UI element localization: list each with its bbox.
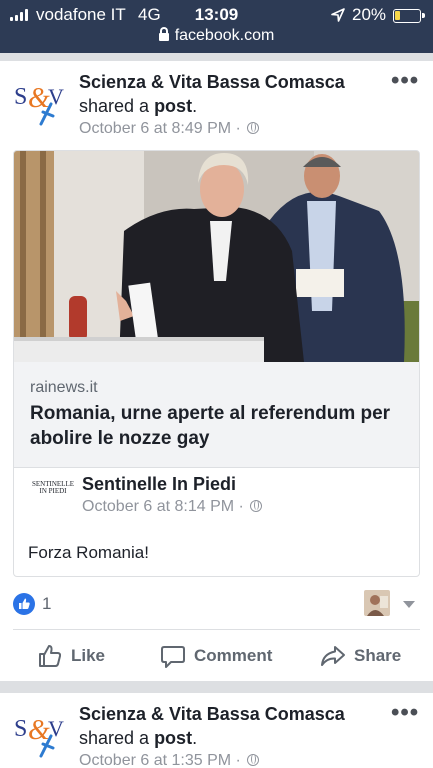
- svg-text:S: S: [14, 716, 27, 742]
- globe-icon: [247, 122, 260, 134]
- share-button[interactable]: Share: [320, 636, 401, 676]
- action-prefix: shared a: [79, 96, 155, 116]
- browser-header: vodafone IT 4G 13:09 20% facebook.com: [0, 0, 433, 53]
- url-domain: facebook.com: [174, 27, 275, 44]
- viewer-avatar[interactable]: [364, 590, 390, 616]
- action-suffix: .: [192, 728, 198, 748]
- battery-percent: 20%: [352, 5, 387, 24]
- like-reaction-icon[interactable]: [13, 593, 35, 615]
- original-post-text: Forza Romania!: [28, 543, 149, 562]
- post-timestamp[interactable]: October 6 at 8:49 PM ·: [79, 120, 260, 138]
- more-options-icon[interactable]: •••: [391, 701, 419, 725]
- post-card: S & V Scienza & Vita Bassa Comasca share…: [0, 61, 433, 681]
- globe-icon: [247, 754, 260, 766]
- timestamp-text: October 6 at 1:35 PM ·: [79, 752, 241, 768]
- action-suffix: .: [192, 96, 198, 116]
- post-action-line: shared a post.: [79, 96, 197, 117]
- original-timestamp[interactable]: October 6 at 8:14 PM ·: [82, 498, 263, 516]
- location-arrow-icon: [331, 8, 345, 22]
- page-avatar[interactable]: S & V: [13, 74, 67, 128]
- link-preview-photo[interactable]: [14, 151, 419, 362]
- shared-post: rainews.it Romania, urne aperte al refer…: [13, 150, 420, 577]
- chevron-down-icon[interactable]: [403, 601, 415, 608]
- status-bar: vodafone IT 4G 13:09 20%: [0, 4, 433, 26]
- svg-text:S: S: [14, 84, 27, 110]
- action-divider: [13, 629, 420, 630]
- share-icon: [321, 646, 345, 666]
- url-bar[interactable]: facebook.com: [0, 27, 433, 45]
- post-card: S & V Scienza & Vita Bassa Comasca share…: [0, 693, 433, 768]
- shared-post-link[interactable]: post: [154, 96, 192, 116]
- lock-icon: [158, 27, 169, 41]
- original-timestamp-text: October 6 at 8:14 PM ·: [82, 498, 244, 515]
- page-avatar[interactable]: S & V: [13, 706, 67, 760]
- timestamp-text: October 6 at 8:49 PM ·: [79, 120, 241, 137]
- link-title: Romania, urne aperte al referendum per a…: [30, 403, 391, 449]
- action-prefix: shared a: [79, 728, 155, 748]
- original-author-avatar[interactable]: SENTINELLE IN PIEDI: [28, 481, 78, 495]
- post-author[interactable]: Scienza & Vita Bassa Comasca: [79, 72, 345, 93]
- battery-icon: [393, 9, 425, 23]
- post-timestamp[interactable]: October 6 at 1:35 PM ·: [79, 752, 260, 768]
- post-action-line: shared a post.: [79, 728, 197, 749]
- original-author[interactable]: Sentinelle In Piedi: [82, 474, 236, 495]
- reaction-count[interactable]: 1: [42, 594, 51, 614]
- shared-post-link[interactable]: post: [154, 728, 192, 748]
- thumbs-up-icon: [39, 645, 62, 667]
- comment-button[interactable]: Comment: [160, 636, 272, 676]
- comment-label: Comment: [194, 646, 273, 665]
- comment-icon: [161, 646, 185, 668]
- link-preview-meta[interactable]: rainews.it Romania, urne aperte al refer…: [14, 362, 419, 468]
- post-author[interactable]: Scienza & Vita Bassa Comasca: [79, 704, 345, 725]
- globe-icon: [250, 500, 263, 512]
- like-label: Like: [71, 646, 106, 665]
- share-label: Share: [354, 646, 402, 665]
- link-domain: rainews.it: [30, 379, 98, 396]
- like-button[interactable]: Like: [37, 636, 105, 676]
- more-options-icon[interactable]: •••: [391, 69, 419, 93]
